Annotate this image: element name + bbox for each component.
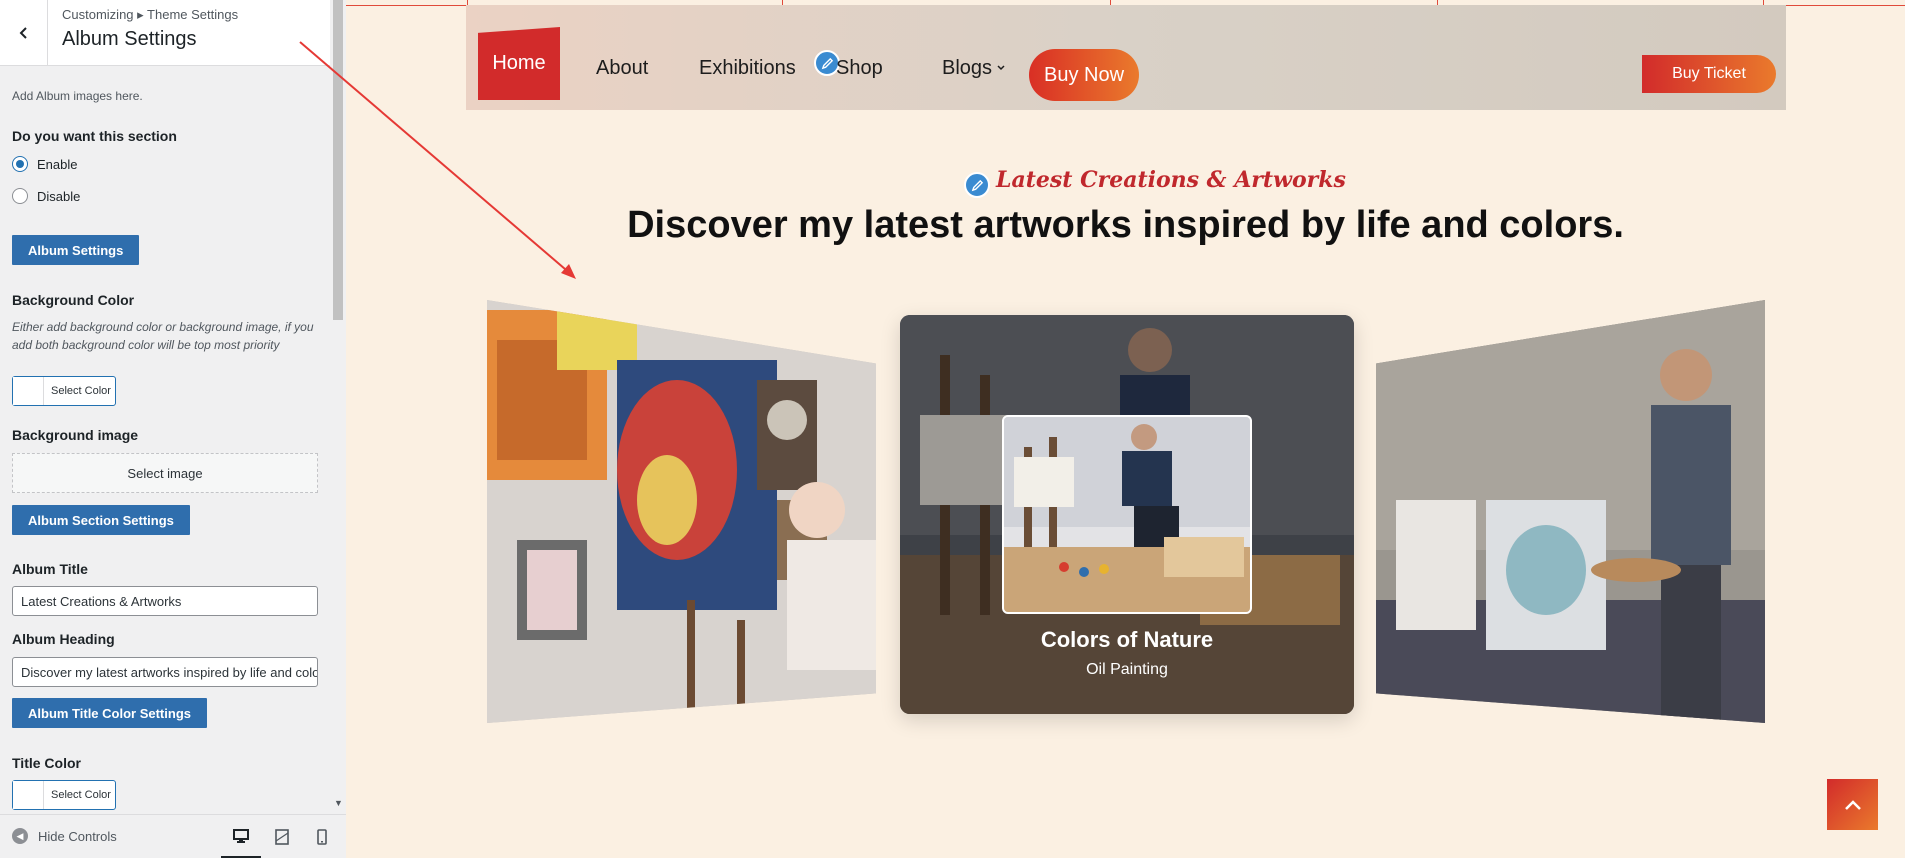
bg-color-picker[interactable]: Select Color (12, 376, 116, 406)
bg-image-label: Background image (12, 427, 139, 443)
album-section-settings-button[interactable]: Album Section Settings (12, 505, 190, 535)
scroll-to-top-button[interactable] (1827, 779, 1878, 830)
radio-enable-control[interactable] (12, 156, 28, 172)
album-heading-label: Album Heading (12, 631, 115, 647)
color-swatch (13, 781, 44, 809)
tablet-preview-button[interactable] (262, 815, 302, 858)
select-image-button[interactable]: Select image (12, 453, 318, 493)
album-card-right[interactable] (1376, 300, 1765, 723)
select-color-label: Select Color (51, 789, 111, 801)
featured-card-subtitle: Oil Painting (1086, 661, 1168, 678)
desktop-preview-button[interactable] (221, 815, 261, 858)
back-button[interactable] (0, 0, 48, 66)
radio-enable-label: Enable (37, 156, 78, 172)
album-title-label: Album Title (12, 561, 88, 577)
arrow-circle-left-icon: ◀ (12, 828, 28, 844)
sidebar-scrollbar[interactable]: ▼ (330, 0, 346, 814)
section-toggle-label: Do you want this section (12, 128, 177, 144)
desktop-icon (233, 828, 249, 843)
chevron-left-icon (19, 27, 27, 39)
bg-color-label: Background Color (12, 292, 135, 308)
customizer-sidebar: Customizing ▸ Theme Settings Album Setti… (0, 0, 346, 858)
buy-ticket-button[interactable]: Buy Ticket (1642, 55, 1776, 93)
radio-disable-control[interactable] (12, 188, 28, 204)
panel-title: Album Settings (62, 28, 197, 50)
title-color-label: Title Color (12, 755, 81, 771)
title-color-picker[interactable]: Select Color (12, 780, 116, 810)
main-navbar: Home About Exhibitions Shop Blogs Buy No… (466, 5, 1786, 110)
hide-controls-button[interactable]: ◀ Hide Controls (12, 828, 117, 844)
chevron-down-icon (997, 65, 1005, 71)
featured-artwork-frame (1002, 415, 1252, 614)
select-color-label: Select Color (51, 385, 111, 397)
bg-color-help: Either add background color or backgroun… (12, 320, 314, 352)
chevron-up-icon (1844, 799, 1861, 810)
album-title-color-button[interactable]: Album Title Color Settings (12, 698, 207, 728)
album-card-left[interactable] (487, 300, 876, 723)
nav-shop[interactable]: Shop (836, 57, 883, 80)
artwork-image (487, 300, 876, 723)
artwork-image (1376, 300, 1765, 723)
hide-controls-label: Hide Controls (38, 828, 117, 844)
radio-disable-label: Disable (37, 188, 81, 204)
pencil-icon[interactable] (964, 172, 990, 198)
nav-blogs[interactable]: Blogs (942, 57, 992, 80)
album-card-featured[interactable]: Colors of Nature Oil Painting (900, 315, 1354, 714)
nav-home[interactable]: Home (478, 27, 560, 100)
site-preview: Home About Exhibitions Shop Blogs Buy No… (346, 0, 1905, 858)
nav-exhibitions[interactable]: Exhibitions (699, 57, 796, 80)
buy-now-button[interactable]: Buy Now (1029, 49, 1139, 101)
featured-card-title: Colors of Nature (1040, 627, 1214, 652)
radio-disable[interactable]: Disable (12, 188, 80, 204)
scrollbar-thumb[interactable] (333, 0, 343, 320)
mobile-icon (317, 829, 327, 845)
artwork-image (1004, 417, 1250, 612)
nav-about[interactable]: About (596, 57, 648, 80)
album-heading: Discover my latest artworks inspired by … (627, 204, 1624, 246)
breadcrumb: Customizing ▸ Theme Settings (62, 7, 239, 22)
album-title-input[interactable]: Latest Creations & Artworks (12, 586, 318, 616)
section-description: Add Album images here. (12, 89, 143, 103)
album-settings-button[interactable]: Album Settings (12, 235, 140, 265)
customizer-header: Customizing ▸ Theme Settings Album Setti… (0, 0, 330, 66)
scroll-down-arrow-icon[interactable]: ▼ (334, 798, 343, 808)
radio-enable[interactable]: Enable (12, 156, 77, 172)
album-heading-input[interactable]: Discover my latest artworks inspired by … (12, 657, 318, 687)
tablet-icon (275, 829, 289, 845)
mobile-preview-button[interactable] (302, 815, 342, 858)
customizer-footer: ◀ Hide Controls (0, 814, 346, 858)
album-subtitle: Latest Creations & Artworks (996, 167, 1346, 193)
color-swatch (13, 377, 44, 405)
